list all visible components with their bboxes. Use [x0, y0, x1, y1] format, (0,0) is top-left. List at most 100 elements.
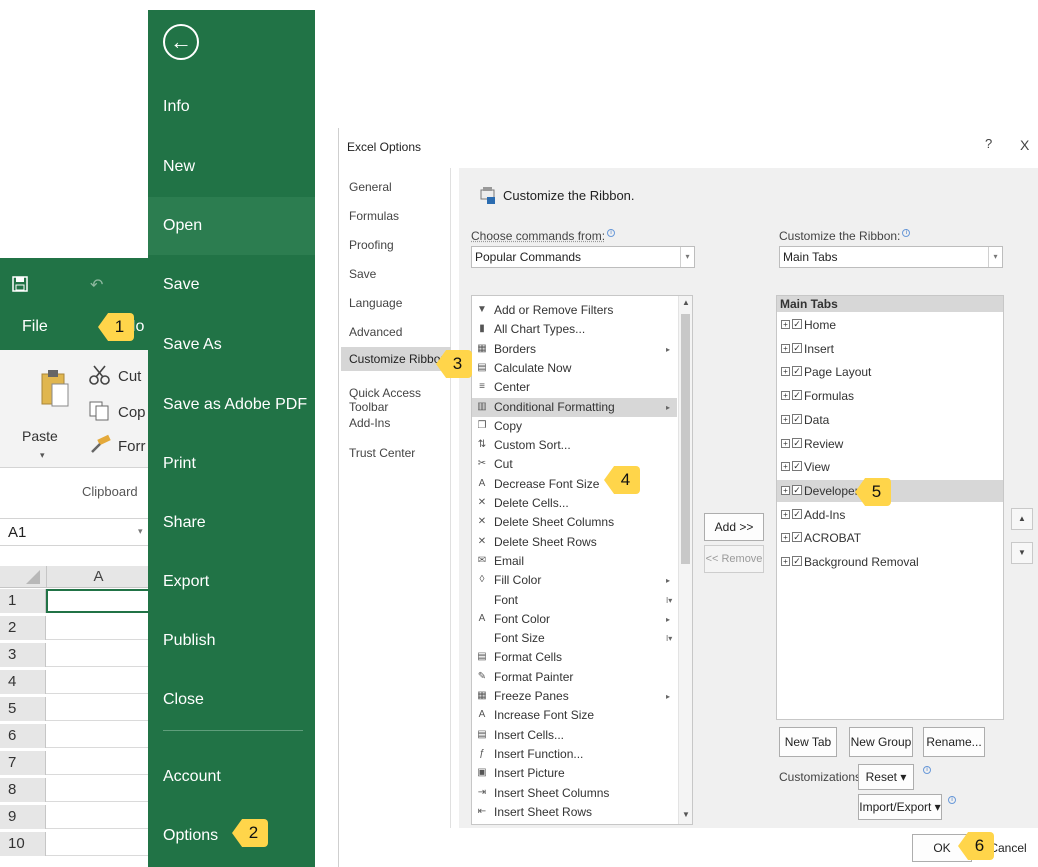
tree-item-acrobat[interactable]: + ✓ ACROBAT — [780, 527, 1002, 549]
paste-label[interactable]: Paste — [22, 428, 58, 444]
row-header[interactable]: 10 — [0, 832, 46, 856]
nav-item-general[interactable]: General — [349, 180, 392, 194]
command-item[interactable]: ✕ Delete Cells... — [472, 494, 677, 513]
info-icon[interactable]: i — [923, 766, 931, 774]
customize-ribbon-value[interactable]: Main Tabs — [783, 250, 837, 264]
cell[interactable] — [46, 643, 150, 667]
command-item[interactable]: ▦ Borders ▸ — [472, 340, 677, 359]
expand-icon[interactable]: + — [781, 557, 790, 566]
scroll-thumb[interactable] — [681, 314, 690, 564]
command-item[interactable]: ▤ Calculate Now — [472, 359, 677, 378]
command-item[interactable]: ≡ Center — [472, 378, 677, 397]
command-item[interactable]: Font Size I▾ — [472, 629, 677, 648]
command-item[interactable]: ✕ Delete Sheet Columns — [472, 513, 677, 532]
cell[interactable] — [46, 778, 150, 802]
backstage-item-account[interactable]: Account — [148, 748, 315, 806]
nav-item-advanced[interactable]: Advanced — [349, 325, 402, 339]
row-header[interactable]: 5 — [0, 697, 46, 721]
select-all-corner[interactable] — [0, 566, 46, 588]
cell[interactable] — [46, 670, 150, 694]
info-icon[interactable]: i — [607, 229, 616, 237]
nav-item-quick-access-toolbar[interactable]: Quick Access Toolbar — [349, 386, 450, 414]
reset-button[interactable]: Reset ▾ — [858, 764, 914, 790]
cut-label[interactable]: Cut — [118, 368, 141, 385]
undo-icon[interactable]: ↶ — [90, 275, 103, 295]
backstage-item-save-as[interactable]: Save As — [148, 316, 315, 374]
tree-item-background-removal[interactable]: + ✓ Background Removal — [780, 551, 1002, 573]
import-export-button[interactable]: Import/Export ▾ — [858, 794, 942, 820]
nav-item-save[interactable]: Save — [349, 267, 376, 281]
backstage-item-new[interactable]: New — [148, 138, 315, 196]
backstage-item-info[interactable]: Info — [148, 78, 315, 136]
command-item[interactable]: ⇤ Insert Sheet Rows — [472, 803, 677, 822]
row-header[interactable]: 9 — [0, 805, 46, 829]
command-item[interactable]: ✕ Delete Sheet Rows — [472, 533, 677, 552]
row-header[interactable]: 1 — [0, 589, 46, 613]
chevron-down-icon[interactable]: ▾ — [680, 247, 694, 267]
row-header[interactable]: 2 — [0, 616, 46, 640]
command-item[interactable]: ✉ Email — [472, 552, 677, 571]
backstage-item-export[interactable]: Export — [148, 553, 315, 611]
row-header[interactable]: 3 — [0, 643, 46, 667]
expand-icon[interactable]: + — [781, 462, 790, 472]
move-down-button[interactable]: ▼ — [1011, 542, 1033, 564]
command-item[interactable]: ▥ Conditional Formatting ▸ — [472, 397, 677, 417]
tree-item-page-layout[interactable]: + ✓ Page Layout — [780, 361, 1002, 383]
expand-icon[interactable]: + — [781, 509, 790, 519]
scroll-down-icon[interactable]: ▼ — [682, 810, 690, 819]
command-item[interactable]: ▤ Format Cells — [472, 648, 677, 667]
checkbox[interactable]: ✓ — [792, 413, 802, 424]
nav-item-add-ins[interactable]: Add-Ins — [349, 416, 390, 430]
tree-item-data[interactable]: + ✓ Data — [780, 409, 1002, 431]
tree-item-home[interactable]: + ✓ Home — [780, 314, 1002, 336]
selected-cell-a1[interactable] — [46, 589, 150, 613]
expand-icon[interactable]: + — [781, 343, 790, 353]
choose-commands-select[interactable]: Popular Commands ▾ — [471, 246, 695, 268]
copy-icon[interactable] — [88, 400, 112, 422]
command-item[interactable]: ◊ Fill Color ▸ — [472, 571, 677, 590]
backstage-item-save[interactable]: Save — [148, 256, 315, 314]
expand-icon[interactable]: + — [781, 320, 790, 329]
command-item[interactable]: ⇅ Custom Sort... — [472, 436, 677, 455]
cell[interactable] — [46, 805, 150, 829]
backstage-item-close[interactable]: Close — [148, 671, 315, 729]
commands-list[interactable]: ▼ Add or Remove Filters ▮ All Chart Types..… — [471, 295, 693, 825]
row-header[interactable]: 8 — [0, 778, 46, 802]
backstage-item-print[interactable]: Print — [148, 435, 315, 493]
cell[interactable] — [46, 751, 150, 775]
paste-dropdown-icon[interactable]: ▾ — [40, 450, 45, 461]
new-tab-button[interactable]: New Tab — [779, 727, 837, 757]
row-header[interactable]: 4 — [0, 670, 46, 694]
checkbox[interactable]: ✓ — [792, 437, 802, 448]
name-box-dropdown-icon[interactable]: ▾ — [138, 526, 143, 537]
nav-item-language[interactable]: Language — [349, 296, 402, 310]
format-painter-icon[interactable] — [88, 434, 112, 456]
expand-icon[interactable]: + — [781, 485, 790, 495]
backstage-item-share[interactable]: Share — [148, 494, 315, 552]
cell[interactable] — [46, 724, 150, 748]
command-item[interactable]: ✂ Cut — [472, 455, 677, 474]
backstage-item-open[interactable]: Open — [148, 197, 315, 255]
expand-icon[interactable]: + — [781, 414, 790, 424]
tree-item-review[interactable]: + ✓ Review — [780, 433, 1002, 455]
customize-ribbon-select[interactable]: Main Tabs ▾ — [779, 246, 1003, 268]
checkbox[interactable]: ✓ — [792, 556, 802, 566]
close-icon[interactable]: X — [1020, 137, 1029, 153]
expand-icon[interactable]: + — [781, 438, 790, 448]
new-group-button[interactable]: New Group — [849, 727, 913, 757]
tree-item-add-ins[interactable]: + ✓ Add-Ins — [780, 504, 1002, 526]
command-item[interactable]: ▮ All Chart Types... — [472, 320, 677, 339]
help-icon[interactable]: ? — [985, 136, 992, 151]
format-painter-label[interactable]: Forr — [118, 438, 146, 455]
backstage-item-publish[interactable]: Publish — [148, 612, 315, 670]
command-item[interactable]: ✎ Format Painter — [472, 668, 677, 687]
name-box-value[interactable]: A1 — [8, 524, 26, 541]
expand-icon[interactable]: + — [781, 367, 790, 377]
command-item[interactable]: A Increase Font Size — [472, 706, 677, 725]
checkbox[interactable]: ✓ — [792, 390, 802, 401]
nav-item-proofing[interactable]: Proofing — [349, 238, 394, 252]
checkbox[interactable]: ✓ — [792, 342, 802, 353]
cell[interactable] — [46, 832, 150, 856]
cut-icon[interactable] — [88, 364, 112, 386]
command-item[interactable]: ▤ Insert Cells... — [472, 726, 677, 745]
